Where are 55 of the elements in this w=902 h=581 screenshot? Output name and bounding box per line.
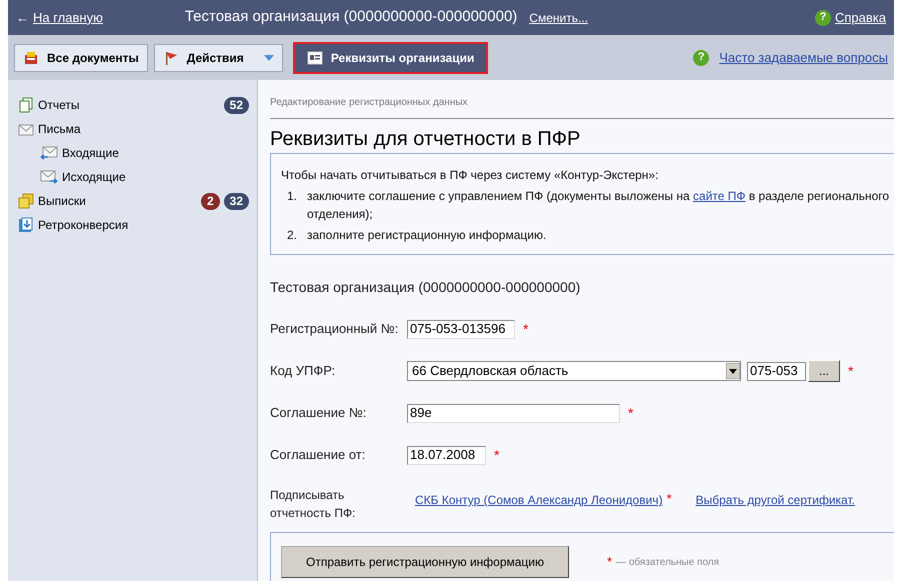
required-mark: * [628, 404, 634, 422]
faq-link[interactable]: Часто задаваемые вопросы [719, 48, 888, 68]
help-icon: ? [815, 10, 831, 26]
count-badge: 2 [200, 192, 220, 210]
caret-icon [264, 54, 274, 60]
site-link[interactable]: сайте ПФ [693, 189, 746, 203]
home-link[interactable]: На главную [33, 8, 103, 28]
sidebar-item[interactable]: Ретроконверсия [38, 216, 249, 234]
required-mark: * [848, 362, 854, 380]
required-mark: * [666, 490, 672, 508]
field-label: Соглашение от: [270, 446, 366, 464]
code-field[interactable]: 075-053 [747, 362, 806, 380]
field-label: Подписывать отчетность ПФ: [270, 487, 356, 522]
submit-button[interactable]: Отправить регистрационную информацию [281, 546, 569, 578]
help-link[interactable]: Справка [835, 8, 886, 28]
step-number: 2. [286, 227, 297, 244]
organization-title: Тестовая организация (0000000000-000000000) [184, 7, 518, 28]
step-text: заполните регистрационную информацию. [307, 227, 546, 244]
field-label: Регистрационный №: [270, 320, 400, 338]
dropdown-arrow-icon [726, 363, 740, 379]
required-legend: — обязательные поля [616, 554, 720, 570]
sidebar-item[interactable]: Входящие [62, 144, 249, 162]
text-field[interactable]: 075-053-013596 [407, 320, 515, 338]
sidebar-item[interactable]: Выписки [38, 192, 197, 210]
choose-certificate-link[interactable]: Выбрать другой сертификат. [696, 491, 855, 509]
required-mark: * [523, 320, 528, 338]
pick-button[interactable]: ... [808, 360, 840, 382]
toolbar-button[interactable]: Реквизиты организации [292, 42, 488, 74]
count-badge: 52 [224, 96, 249, 114]
info-intro: Чтобы начать отчитываться в ПФ через систему «Контур-Экстерн»: [281, 167, 660, 184]
change-link[interactable]: Сменить... [529, 8, 588, 26]
breadcrumb-text: Редактирование регистрационных данных [270, 97, 468, 108]
region-dropdown[interactable]: 66 Свердловская область [407, 361, 741, 381]
field-label: Код УПФР: [270, 362, 336, 380]
id-card-icon [306, 50, 323, 64]
required-mark: * [607, 553, 612, 572]
required-mark: * [494, 446, 500, 464]
step-number: 1. [286, 188, 297, 205]
text-field[interactable]: 18.07.2008 [407, 446, 486, 464]
sidebar-item[interactable]: Отчеты [38, 96, 220, 114]
certificate-link[interactable]: СКБ Контур (Сомов Александр Леонидович) [415, 491, 663, 509]
field-label: Соглашение №: [270, 404, 368, 422]
toolbar-button[interactable]: Действия [154, 44, 283, 72]
envelope-icon [18, 122, 34, 136]
text-field[interactable]: 89е [407, 404, 620, 422]
toolbar-button[interactable]: Все документы [14, 44, 148, 72]
sidebar-item[interactable]: Письма [38, 120, 249, 138]
step-text: заключите соглашение с управлением ПФ (документы выложены на сайте ПФ в разделе регионального отделения); [307, 188, 890, 223]
folders-icon [18, 193, 34, 209]
count-badge: 32 [224, 192, 249, 210]
help-icon: ? [693, 50, 710, 66]
back-arrow-text: ← [16, 8, 29, 27]
sidebar-item[interactable]: Исходящие [62, 168, 249, 186]
page-title: Реквизиты для отчетности в ПФР [270, 127, 582, 151]
organization-name: Тестовая организация (0000000000-000000000) [270, 278, 582, 297]
